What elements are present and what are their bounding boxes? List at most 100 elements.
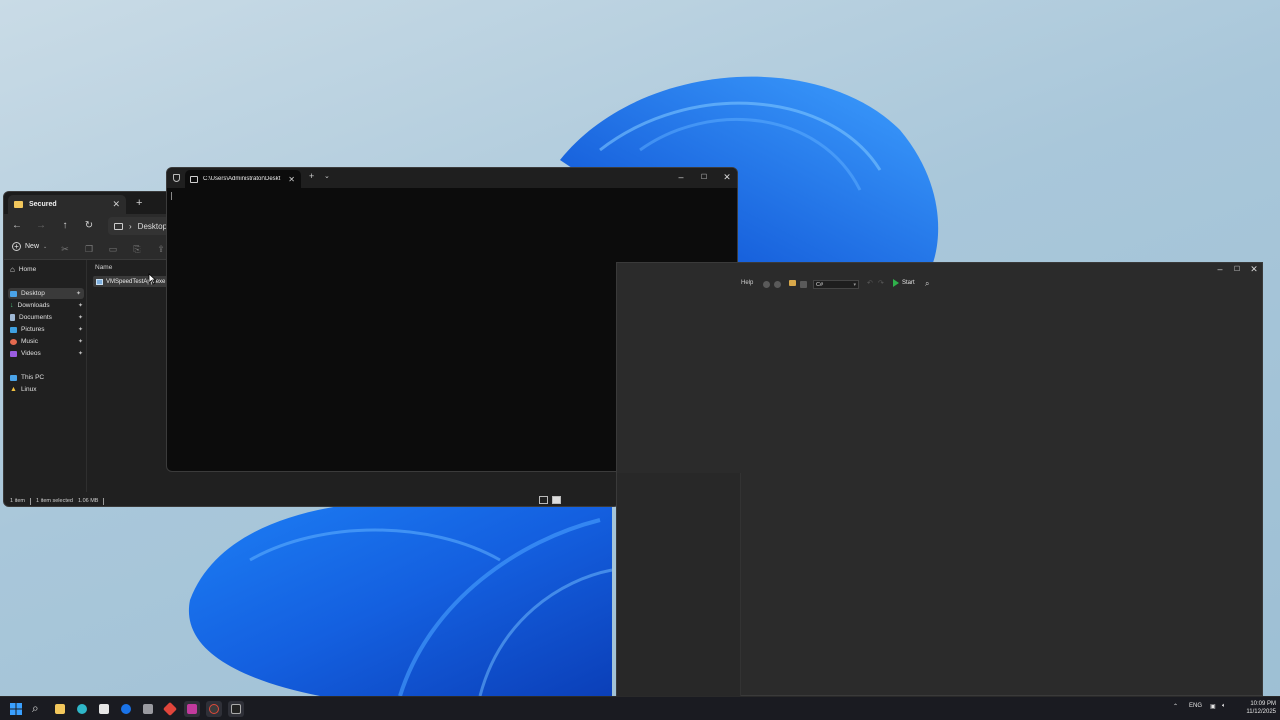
chevron-up-icon[interactable]: ⌃ — [1173, 703, 1178, 710]
edge-icon — [77, 704, 87, 714]
divider — [29, 497, 31, 505]
close-icon[interactable]: ✕ — [721, 172, 733, 183]
cut-icon[interactable]: ✂ — [59, 243, 71, 255]
folder-icon — [14, 201, 23, 208]
language-select[interactable]: C# ▾ — [813, 280, 859, 289]
forward-arrow-icon[interactable]: → — [33, 218, 49, 234]
network-icon[interactable]: ▣ — [1210, 703, 1216, 710]
terminal-icon — [190, 175, 198, 183]
volume-icon[interactable]: 🔈︎ — [1222, 703, 1226, 710]
app-icon — [209, 704, 219, 714]
taskbar-app-9[interactable] — [206, 701, 222, 717]
start-button[interactable]: Start — [893, 279, 915, 287]
explorer-tab[interactable]: Secured ✕ — [8, 195, 126, 214]
close-tab-icon[interactable]: ✕ — [112, 199, 120, 210]
terminal-tab-title: C:\Users\Administrator\Deskt — [203, 176, 281, 182]
taskbar-store[interactable] — [96, 701, 112, 717]
refresh-icon[interactable]: ↻ — [81, 218, 97, 234]
new-button[interactable]: + New ⌄ — [12, 242, 47, 251]
sidebar-item-label: Music — [21, 338, 38, 345]
play-icon — [893, 279, 899, 287]
taskbar-file-explorer[interactable] — [52, 701, 68, 717]
folder-icon — [55, 704, 65, 714]
paste-icon[interactable]: ▭ — [107, 243, 119, 255]
ide-window: – ☐ ✕ Help C# ▾ ↶ ↷ Start ⌕ — [616, 262, 1263, 697]
maximize-icon[interactable]: ☐ — [1231, 265, 1243, 273]
new-tab-button[interactable]: + — [309, 171, 314, 181]
sidebar-item-linux[interactable]: ▲ Linux — [10, 384, 86, 395]
language-indicator[interactable]: ENG — [1189, 703, 1202, 709]
close-tab-icon[interactable]: ✕ — [288, 175, 295, 184]
status-bar: 1 item 1 item selected 1.06 MB — [4, 495, 619, 506]
file-name: VMSpeedTestApp.exe — [106, 278, 166, 285]
rename-icon[interactable]: ⎘ — [131, 243, 143, 255]
pin-icon[interactable]: ✦ — [78, 302, 83, 309]
taskbar-terminal[interactable] — [228, 701, 244, 717]
minimize-icon[interactable]: – — [1214, 264, 1226, 274]
sidebar-item-home[interactable]: ⌂ Home — [10, 264, 86, 275]
plus-icon: + — [12, 242, 21, 251]
taskbar-edge[interactable] — [74, 701, 90, 717]
sidebar-item-pictures[interactable]: Pictures ✦ — [10, 324, 86, 335]
taskbar: ⌕ ⌃ ENG ▣ 🔈︎ 10:09 PM 11/12/2025 — [0, 696, 1280, 720]
taskbar-mail[interactable] — [118, 701, 134, 717]
linux-icon: ▲ — [10, 386, 17, 393]
sidebar-item-downloads[interactable]: ↓ Downloads ✦ — [10, 300, 86, 311]
ide-toolbar: Help C# ▾ ↶ ↷ Start ⌕ — [617, 277, 1262, 291]
pin-icon[interactable]: ✦ — [78, 314, 83, 321]
pin-icon[interactable]: ✦ — [78, 350, 83, 357]
start-label: Start — [902, 280, 915, 286]
terminal-tab[interactable]: C:\Users\Administrator\Deskt ✕ — [185, 170, 301, 188]
divider — [103, 497, 105, 505]
terminal-title-bar: C:\Users\Administrator\Deskt ✕ + ⌄ – ☐ ✕ — [167, 168, 737, 188]
forward-icon[interactable] — [774, 281, 781, 288]
app-icon — [162, 701, 178, 717]
copy-icon[interactable]: ❐ — [83, 243, 95, 255]
taskbar-app-6[interactable] — [140, 701, 156, 717]
sidebar-item-label: Videos — [21, 350, 41, 357]
text-cursor — [171, 192, 172, 200]
redo-icon[interactable]: ↷ — [878, 279, 884, 287]
up-arrow-icon[interactable]: ↑ — [57, 218, 73, 234]
pin-icon[interactable]: ✦ — [78, 326, 83, 333]
column-header-name[interactable]: Name — [95, 264, 112, 271]
clock[interactable]: 10:09 PM 11/12/2025 — [1236, 700, 1276, 716]
back-icon[interactable] — [763, 281, 770, 288]
chevron-down-icon[interactable]: ⌄ — [324, 172, 330, 180]
sidebar-item-label: Home — [18, 266, 37, 273]
open-folder-icon[interactable] — [789, 280, 796, 286]
search-button[interactable]: ⌕ — [30, 701, 46, 717]
minimize-icon[interactable]: – — [675, 172, 687, 182]
sidebar-item-this-pc[interactable]: This PC — [10, 372, 86, 383]
navigation-pane: ⌂ Home Desktop ✦ ↓ Downloads ✦ Documents… — [4, 260, 84, 492]
home-icon: ⌂ — [10, 265, 15, 274]
maximize-icon[interactable]: ☐ — [698, 173, 710, 181]
windows-logo-icon — [10, 703, 22, 715]
sidebar-item-documents[interactable]: Documents ✦ — [10, 312, 86, 323]
chevron-right-icon: › — [129, 221, 132, 231]
list-item[interactable]: VMSpeedTestApp.exe — [93, 276, 169, 287]
back-arrow-icon[interactable]: ← — [9, 218, 25, 234]
save-icon[interactable] — [800, 281, 807, 288]
details-view-icon[interactable] — [539, 496, 548, 504]
pin-icon[interactable]: ✦ — [76, 290, 81, 297]
undo-icon[interactable]: ↶ — [867, 279, 873, 287]
sidebar-item-videos[interactable]: Videos ✦ — [10, 348, 86, 359]
date: 11/12/2025 — [1246, 709, 1276, 715]
language-value: C# — [816, 282, 824, 288]
taskbar-app-7[interactable] — [162, 701, 178, 717]
pin-icon[interactable]: ✦ — [78, 338, 83, 345]
sidebar-item-music[interactable]: Music ✦ — [10, 336, 86, 347]
breadcrumb[interactable]: Desktop — [138, 222, 167, 231]
mouse-cursor-icon — [148, 273, 156, 285]
search-icon: ⌕ — [32, 701, 39, 715]
tiles-view-icon[interactable] — [552, 496, 561, 504]
new-tab-button[interactable]: + — [136, 197, 142, 209]
close-icon[interactable]: ✕ — [1248, 264, 1260, 275]
taskbar-app-8[interactable] — [184, 701, 200, 717]
search-icon[interactable]: ⌕ — [925, 279, 929, 289]
sidebar-item-desktop[interactable]: Desktop ✦ — [8, 288, 84, 299]
start-menu-button[interactable] — [8, 701, 24, 717]
chevron-down-icon: ⌄ — [43, 243, 48, 250]
menu-help[interactable]: Help — [741, 280, 753, 286]
